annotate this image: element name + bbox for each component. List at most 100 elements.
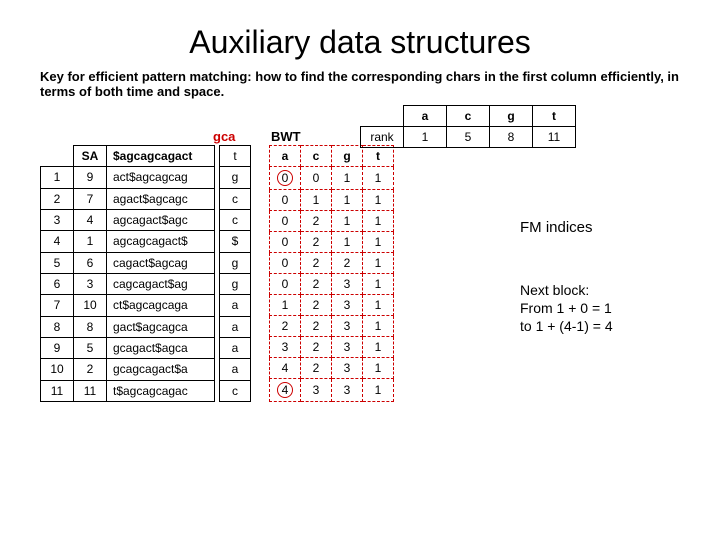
fm-cell: 3 bbox=[301, 379, 332, 402]
fm-cell: 2 bbox=[332, 253, 363, 274]
row-index: 5 bbox=[41, 252, 74, 273]
rank-col-c: c bbox=[447, 106, 490, 127]
fm-cell: 2 bbox=[301, 211, 332, 232]
row-index: 6 bbox=[41, 273, 74, 294]
fm-cell: 3 bbox=[270, 337, 301, 358]
fm-cell: 0 bbox=[270, 211, 301, 232]
fm-cell: 1 bbox=[270, 295, 301, 316]
fm-col-g: g bbox=[332, 146, 363, 167]
bwt-char: c bbox=[220, 188, 251, 209]
fm-cell: 3 bbox=[332, 379, 363, 402]
fm-cell: 1 bbox=[363, 232, 394, 253]
fm-cell: 1 bbox=[363, 379, 394, 402]
rank-label: rank bbox=[361, 127, 404, 148]
rotation: act$agcagcag bbox=[107, 167, 215, 188]
fm-cell: 2 bbox=[270, 316, 301, 337]
sa-value: 7 bbox=[74, 188, 107, 209]
sa-value: 3 bbox=[74, 273, 107, 294]
fm-cell: 3 bbox=[332, 337, 363, 358]
row-index: 8 bbox=[41, 316, 74, 337]
fm-cell: 1 bbox=[363, 274, 394, 295]
fm-cell: 1 bbox=[363, 295, 394, 316]
fm-cell: 3 bbox=[332, 358, 363, 379]
gca-label: gca bbox=[213, 129, 235, 144]
fm-cell: 1 bbox=[363, 337, 394, 358]
fm-indices-label: FM indices bbox=[520, 219, 593, 236]
fm-cell: 1 bbox=[363, 253, 394, 274]
sa-table: SA $agcagcagact 19act$agcagcag27agact$ag… bbox=[40, 145, 215, 402]
sa-value: 6 bbox=[74, 252, 107, 273]
fm-cell: 0 bbox=[270, 190, 301, 211]
fm-cell: 0 bbox=[301, 167, 332, 190]
fm-cell: 2 bbox=[301, 232, 332, 253]
fm-cell: 1 bbox=[332, 232, 363, 253]
fm-cell: 2 bbox=[301, 358, 332, 379]
rank-col-g: g bbox=[490, 106, 533, 127]
rank-val: 11 bbox=[533, 127, 576, 148]
sa-value: 11 bbox=[74, 380, 107, 401]
fm-cell: 1 bbox=[363, 167, 394, 190]
sa-value: 8 bbox=[74, 316, 107, 337]
rank-val: 8 bbox=[490, 127, 533, 148]
fm-cell: 1 bbox=[301, 190, 332, 211]
next-block-text: Next block: From 1 + 0 = 1 to 1 + (4-1) … bbox=[520, 281, 613, 336]
rotation: cagcagact$ag bbox=[107, 273, 215, 294]
fm-cell: 1 bbox=[363, 211, 394, 232]
rotation: gact$agcagca bbox=[107, 316, 215, 337]
row-index: 2 bbox=[41, 188, 74, 209]
rotation: agact$agcagc bbox=[107, 188, 215, 209]
bwt-char: g bbox=[220, 273, 251, 294]
rank-col-a: a bbox=[404, 106, 447, 127]
fm-cell: 1 bbox=[332, 190, 363, 211]
fm-cell: 1 bbox=[363, 358, 394, 379]
fm-col-t: t bbox=[363, 146, 394, 167]
bwt-char: g bbox=[220, 167, 251, 188]
bwt-char: a bbox=[220, 295, 251, 316]
sa-value: 9 bbox=[74, 167, 107, 188]
fm-cell: 2 bbox=[301, 337, 332, 358]
fm-col-a: a bbox=[270, 146, 301, 167]
bwt-char: c bbox=[220, 209, 251, 230]
row-index: 3 bbox=[41, 209, 74, 230]
fm-cell: 1 bbox=[363, 316, 394, 337]
fm-cell: 1 bbox=[363, 190, 394, 211]
bwt-char: $ bbox=[220, 231, 251, 252]
subtitle: Key for efficient pattern matching: how … bbox=[40, 69, 680, 99]
bwt-char: a bbox=[220, 337, 251, 358]
rank-val: 5 bbox=[447, 127, 490, 148]
rotation: cagact$agcag bbox=[107, 252, 215, 273]
bwt-char: a bbox=[220, 316, 251, 337]
bwt-label: BWT bbox=[271, 129, 301, 144]
bwt-char: c bbox=[220, 380, 251, 401]
row-index: 1 bbox=[41, 167, 74, 188]
rotation: ct$agcagcaga bbox=[107, 295, 215, 316]
row-index: 10 bbox=[41, 359, 74, 380]
fm-cell: 2 bbox=[301, 253, 332, 274]
rank-table: a c g t rank 1 5 8 11 bbox=[360, 105, 576, 148]
sa-value: 2 bbox=[74, 359, 107, 380]
fm-col-c: c bbox=[301, 146, 332, 167]
fm-cell: 1 bbox=[332, 211, 363, 232]
bwt-column: t gcc$ggaaaac bbox=[219, 145, 251, 402]
fm-cell: 0 bbox=[270, 253, 301, 274]
sa-value: 10 bbox=[74, 295, 107, 316]
fm-cell: 2 bbox=[301, 316, 332, 337]
sa-value: 4 bbox=[74, 209, 107, 230]
rotation: gcagcagact$a bbox=[107, 359, 215, 380]
fm-table: a c g t 00110111021102110221023112312231… bbox=[269, 145, 394, 402]
fm-cell: 3 bbox=[332, 316, 363, 337]
sa-value: 1 bbox=[74, 231, 107, 252]
fm-cell: 2 bbox=[301, 295, 332, 316]
page-title: Auxiliary data structures bbox=[40, 24, 680, 61]
rank-val: 1 bbox=[404, 127, 447, 148]
row-index: 4 bbox=[41, 231, 74, 252]
bwt-head: t bbox=[220, 146, 251, 167]
fm-cell: 0 bbox=[270, 167, 301, 190]
row-index: 9 bbox=[41, 337, 74, 358]
rotation: agcagcagact$ bbox=[107, 231, 215, 252]
fm-cell: 3 bbox=[332, 295, 363, 316]
fm-cell: 0 bbox=[270, 274, 301, 295]
bwt-char: a bbox=[220, 359, 251, 380]
rank-col-t: t bbox=[533, 106, 576, 127]
row-index: 7 bbox=[41, 295, 74, 316]
